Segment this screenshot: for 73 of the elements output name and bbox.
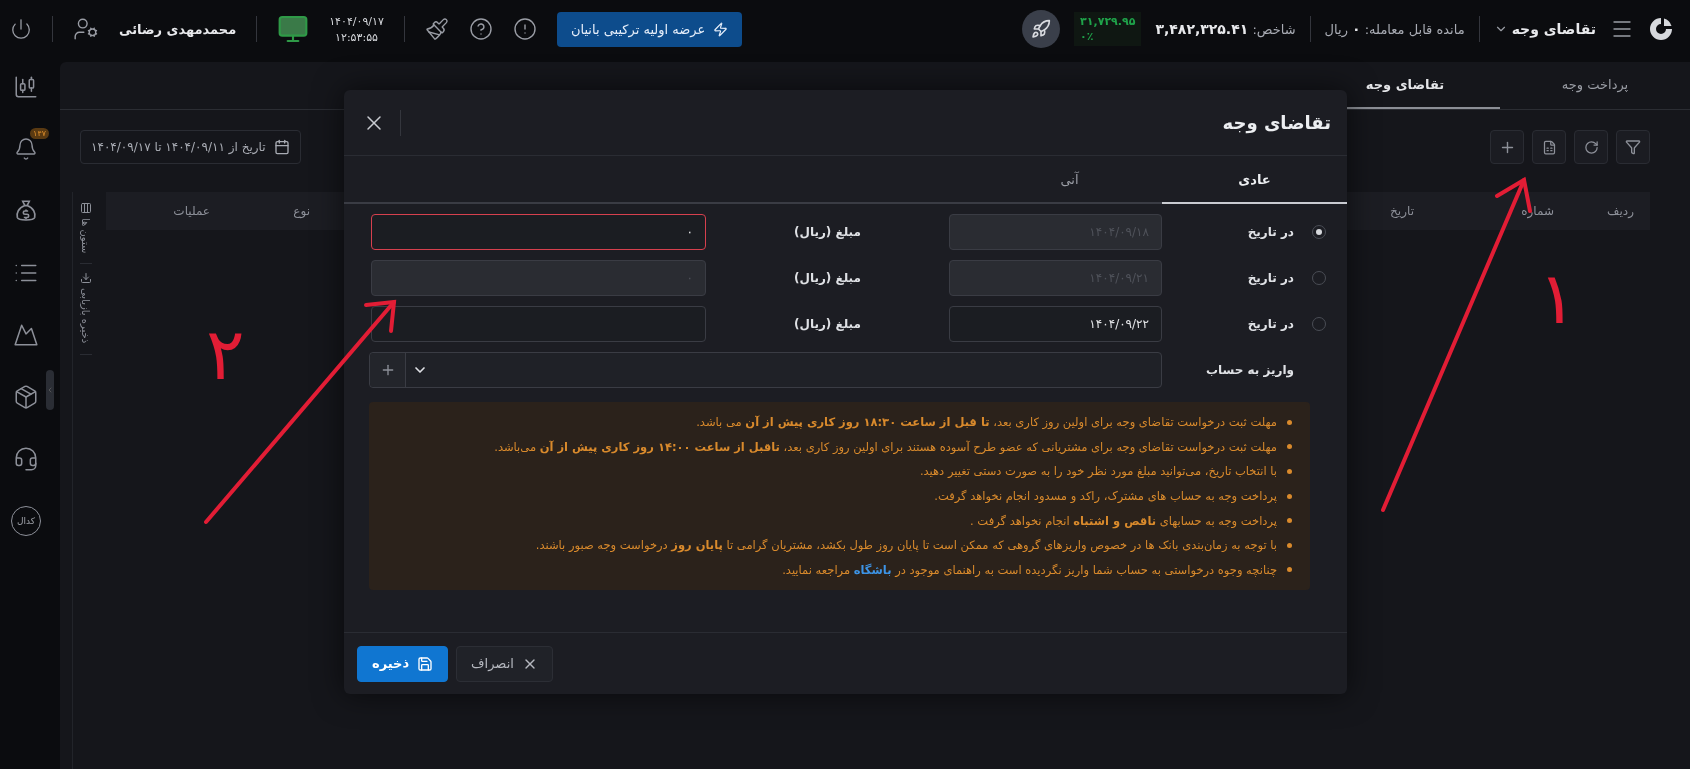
annotation-number: ۲ <box>206 318 245 390</box>
page-menu[interactable]: تقاضای وجه <box>1493 21 1596 37</box>
brush-icon[interactable] <box>424 17 449 41</box>
alert-icon[interactable] <box>512 17 537 41</box>
strip-label: ستون ها <box>80 218 91 254</box>
help-icon[interactable] <box>468 17 493 41</box>
index-change-box: ۳۱,۷۲۹.۹۵ ۰٪ <box>1074 12 1142 46</box>
notice-text: پرداخت وجه به حسابهای ناقص و اشتباه انجام نخواهد گرفت . <box>970 513 1277 528</box>
money-bag-icon[interactable] <box>13 198 39 224</box>
amount-field[interactable] <box>371 306 706 342</box>
user-name: محمدمهدی رضائی <box>119 21 237 37</box>
dialog-title: تقاضای وجه <box>1222 112 1331 133</box>
rocket-avatar[interactable] <box>1022 10 1061 48</box>
refresh-icon <box>1583 139 1599 155</box>
save-icon <box>417 655 434 672</box>
notice-text: با توجه به زمان‌بندی بانک ها در خصوص واریزهای گروهی که ممکن است تا پایان روز طول بکشد، مشتریان گرامی تا پایان روز درخواست وجه صبور باشند. <box>535 538 1277 553</box>
save-button[interactable]: ذخیره <box>357 645 449 682</box>
date-label: در تاریخ <box>1246 271 1294 285</box>
bell-icon[interactable] <box>14 137 38 161</box>
package-icon[interactable] <box>13 384 39 410</box>
notice-text: پرداخت وجه به حساب های مشترک، راکد و مسدود انجام نخواهد گرفت. <box>934 489 1277 504</box>
date-range-text: تاریخ از ۱۴۰۴/۰۹/۱۱ تا ۱۴۰۴/۰۹/۱۷ <box>91 140 266 154</box>
collapse-handle[interactable] <box>46 370 54 410</box>
mountain-icon[interactable] <box>13 322 39 348</box>
amount-label: مبلغ (ریال) <box>793 317 862 331</box>
bullet-icon <box>1287 567 1292 573</box>
ipo-button[interactable]: عرضه اولیه ترکیبی بانیان <box>556 11 743 47</box>
refresh-button[interactable] <box>1574 130 1608 164</box>
monitor-icon[interactable] <box>277 13 310 45</box>
strip-label: ذخیره بازیابی <box>80 288 91 344</box>
dialog-tab[interactable]: عادی <box>1162 156 1347 204</box>
bullet-icon <box>1287 518 1292 524</box>
account-label: واریز به حساب <box>1205 363 1294 377</box>
strip-button[interactable]: ذخیره بازیابی <box>79 272 92 355</box>
notice-text: مهلت ثبت درخواست تقاضای وجه برای مشتریانی که عضو طرح آسوده هستند برای اولین روز کاری بعد، تاقبل از ساعت ۱۴:۰۰ روز کاری پیش از آن می‌باشد. <box>494 439 1277 454</box>
date-range-field[interactable]: تاریخ از ۱۴۰۴/۰۹/۱۱ تا ۱۴۰۴/۰۹/۱۷ <box>80 130 301 164</box>
spreadsheet-icon <box>1541 139 1557 155</box>
bullet-icon <box>1287 444 1292 450</box>
notification-badge: ۱۴۷ <box>30 128 49 139</box>
app-logo <box>1648 16 1674 42</box>
candlestick-chart-icon[interactable] <box>13 74 39 100</box>
date-label: در تاریخ <box>1246 317 1294 331</box>
market-index: شاخص: ۳,۴۸۲,۳۲۵.۴۱ <box>1155 21 1296 37</box>
notice-text: مهلت ثبت درخواست تقاضای وجه برای اولین روز کاری بعد، تا قبل از ساعت ۱۸:۳۰ روز کاری پیش از آن می باشد. <box>696 415 1277 430</box>
date-time: ۱۴۰۴/۰۹/۱۷ ۱۲:۵۳:۵۵ <box>329 14 384 44</box>
excel-export-button[interactable] <box>1532 130 1566 164</box>
cancel-button[interactable]: انصراف <box>456 645 553 682</box>
filter-icon <box>1625 139 1641 155</box>
user-settings-icon[interactable] <box>73 16 99 42</box>
club-link[interactable]: باشگاه <box>853 562 892 577</box>
strip-button[interactable]: ستون ها <box>79 202 92 265</box>
download-icon <box>79 272 92 285</box>
notice-text: چنانچه وجوه درخواستی به حساب شما واریز نگردیده است به راهنمای موجود در باشگاه مراجعه نمایید. <box>782 562 1277 577</box>
calendar-icon <box>273 139 290 155</box>
headset-icon[interactable] <box>13 446 39 472</box>
filter-button[interactable] <box>1616 130 1650 164</box>
bullet-icon <box>1287 542 1292 548</box>
amount-field[interactable]: ۰ <box>371 214 706 250</box>
power-icon[interactable] <box>10 18 32 40</box>
bullet-icon <box>1287 419 1292 425</box>
amount-label: مبلغ (ریال) <box>793 271 862 285</box>
bullet-icon <box>1287 469 1292 474</box>
date-field[interactable]: ۱۴۰۴/۰۹/۲۲ <box>949 306 1162 342</box>
annotation-number: ۱ <box>1538 262 1577 334</box>
page-tab[interactable]: پرداخت وجه <box>1500 62 1690 109</box>
rocket-icon <box>1031 19 1052 39</box>
add-account-button[interactable] <box>370 353 406 387</box>
columns-icon <box>79 202 92 214</box>
notice-text: با انتخاب تاریخ، می‌توانید مبلغ مورد نظر خود را به صورت دستی تغییر دهید. <box>919 464 1277 479</box>
chevron-left-icon <box>46 386 54 394</box>
bullet-icon <box>1287 493 1292 499</box>
tradable-balance: مانده قابل معامله: ۰ ریال <box>1324 21 1465 37</box>
lightning-icon <box>713 21 729 37</box>
